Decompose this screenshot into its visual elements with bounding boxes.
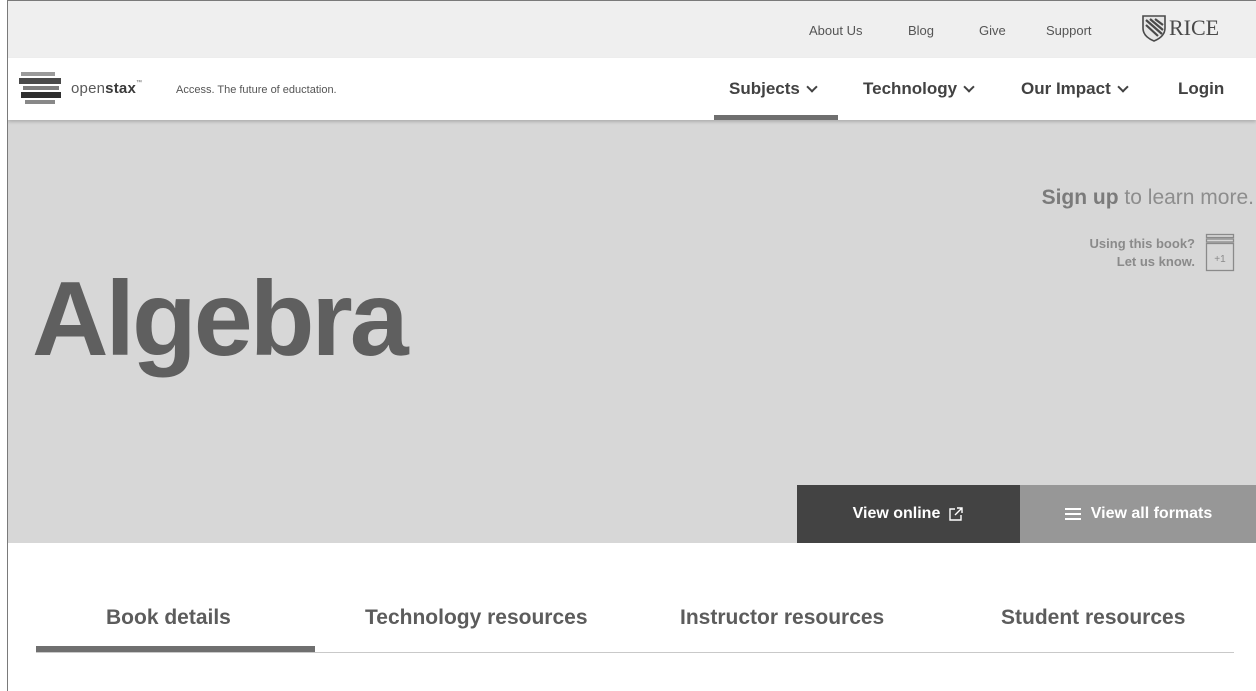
- tab-student-resources[interactable]: Student resources: [1001, 606, 1185, 630]
- tagline: Access. The future of eductation.: [176, 84, 337, 96]
- view-all-formats-button[interactable]: View all formats: [1020, 485, 1256, 543]
- nav-our-impact-label: Our Impact: [1021, 79, 1111, 98]
- nav-subjects-label: Subjects: [729, 79, 800, 98]
- login-link[interactable]: Login: [1178, 79, 1224, 99]
- blog-link[interactable]: Blog: [908, 23, 934, 38]
- nav-technology-label: Technology: [863, 79, 958, 98]
- tab-active-indicator: [36, 646, 315, 652]
- tab-instructor-resources[interactable]: Instructor resources: [680, 606, 884, 630]
- using-book-prompt[interactable]: Using this book? Let us know. +1: [1090, 233, 1235, 273]
- using-book-text: Using this book? Let us know.: [1090, 235, 1195, 271]
- external-link-icon: [949, 507, 964, 521]
- nav-technology[interactable]: Technology: [863, 79, 975, 99]
- book-plus-icon: +1: [1205, 233, 1235, 272]
- support-link[interactable]: Support: [1046, 23, 1092, 38]
- tab-technology-resources[interactable]: Technology resources: [365, 606, 588, 630]
- chevron-down-icon: [963, 80, 975, 93]
- shield-icon: [1142, 15, 1166, 42]
- rice-logo[interactable]: RICE: [1141, 14, 1219, 42]
- using-book-line2: Let us know.: [1116, 254, 1195, 269]
- openstax-wordmark: openstax™: [71, 80, 142, 97]
- logo-trademark: ™: [136, 79, 143, 86]
- signup-rest: to learn more.: [1118, 186, 1254, 209]
- nav-our-impact[interactable]: Our Impact: [1021, 79, 1129, 99]
- nav-active-indicator: [714, 115, 838, 120]
- chevron-down-icon: [1117, 80, 1129, 93]
- chevron-down-icon: [806, 80, 818, 93]
- rice-wordmark: RICE: [1169, 15, 1220, 40]
- view-all-formats-label: View all formats: [1090, 505, 1213, 522]
- book-title: Algebra: [32, 260, 409, 378]
- hamburger-icon: [1064, 508, 1081, 520]
- signup-prompt[interactable]: Sign up to learn more.: [1042, 186, 1254, 210]
- utility-bar: About Us Blog Give Support RICE: [8, 1, 1256, 58]
- give-link[interactable]: Give: [979, 23, 1006, 38]
- about-us-link[interactable]: About Us: [809, 23, 862, 38]
- hero-banner: Sign up to learn more. Using this book? …: [8, 120, 1256, 543]
- nav-subjects[interactable]: Subjects: [729, 79, 818, 99]
- main-nav: openstax™ Access. The future of eductati…: [8, 58, 1256, 120]
- openstax-logo[interactable]: openstax™: [19, 70, 142, 106]
- logo-text-bold: stax: [105, 79, 136, 97]
- tab-book-details[interactable]: Book details: [106, 606, 231, 630]
- resource-tabs: Book details Technology resources Instru…: [36, 596, 1234, 653]
- view-online-button[interactable]: View online: [797, 485, 1020, 543]
- signup-link[interactable]: Sign up: [1042, 186, 1119, 209]
- using-book-line1: Using this book?: [1089, 236, 1195, 251]
- browser-page: About Us Blog Give Support RICE openstax…: [7, 0, 1256, 691]
- view-online-label: View online: [852, 505, 941, 522]
- badge-text: +1: [1214, 254, 1226, 265]
- openstax-books-icon: [19, 72, 61, 104]
- logo-text-light: open: [71, 79, 106, 97]
